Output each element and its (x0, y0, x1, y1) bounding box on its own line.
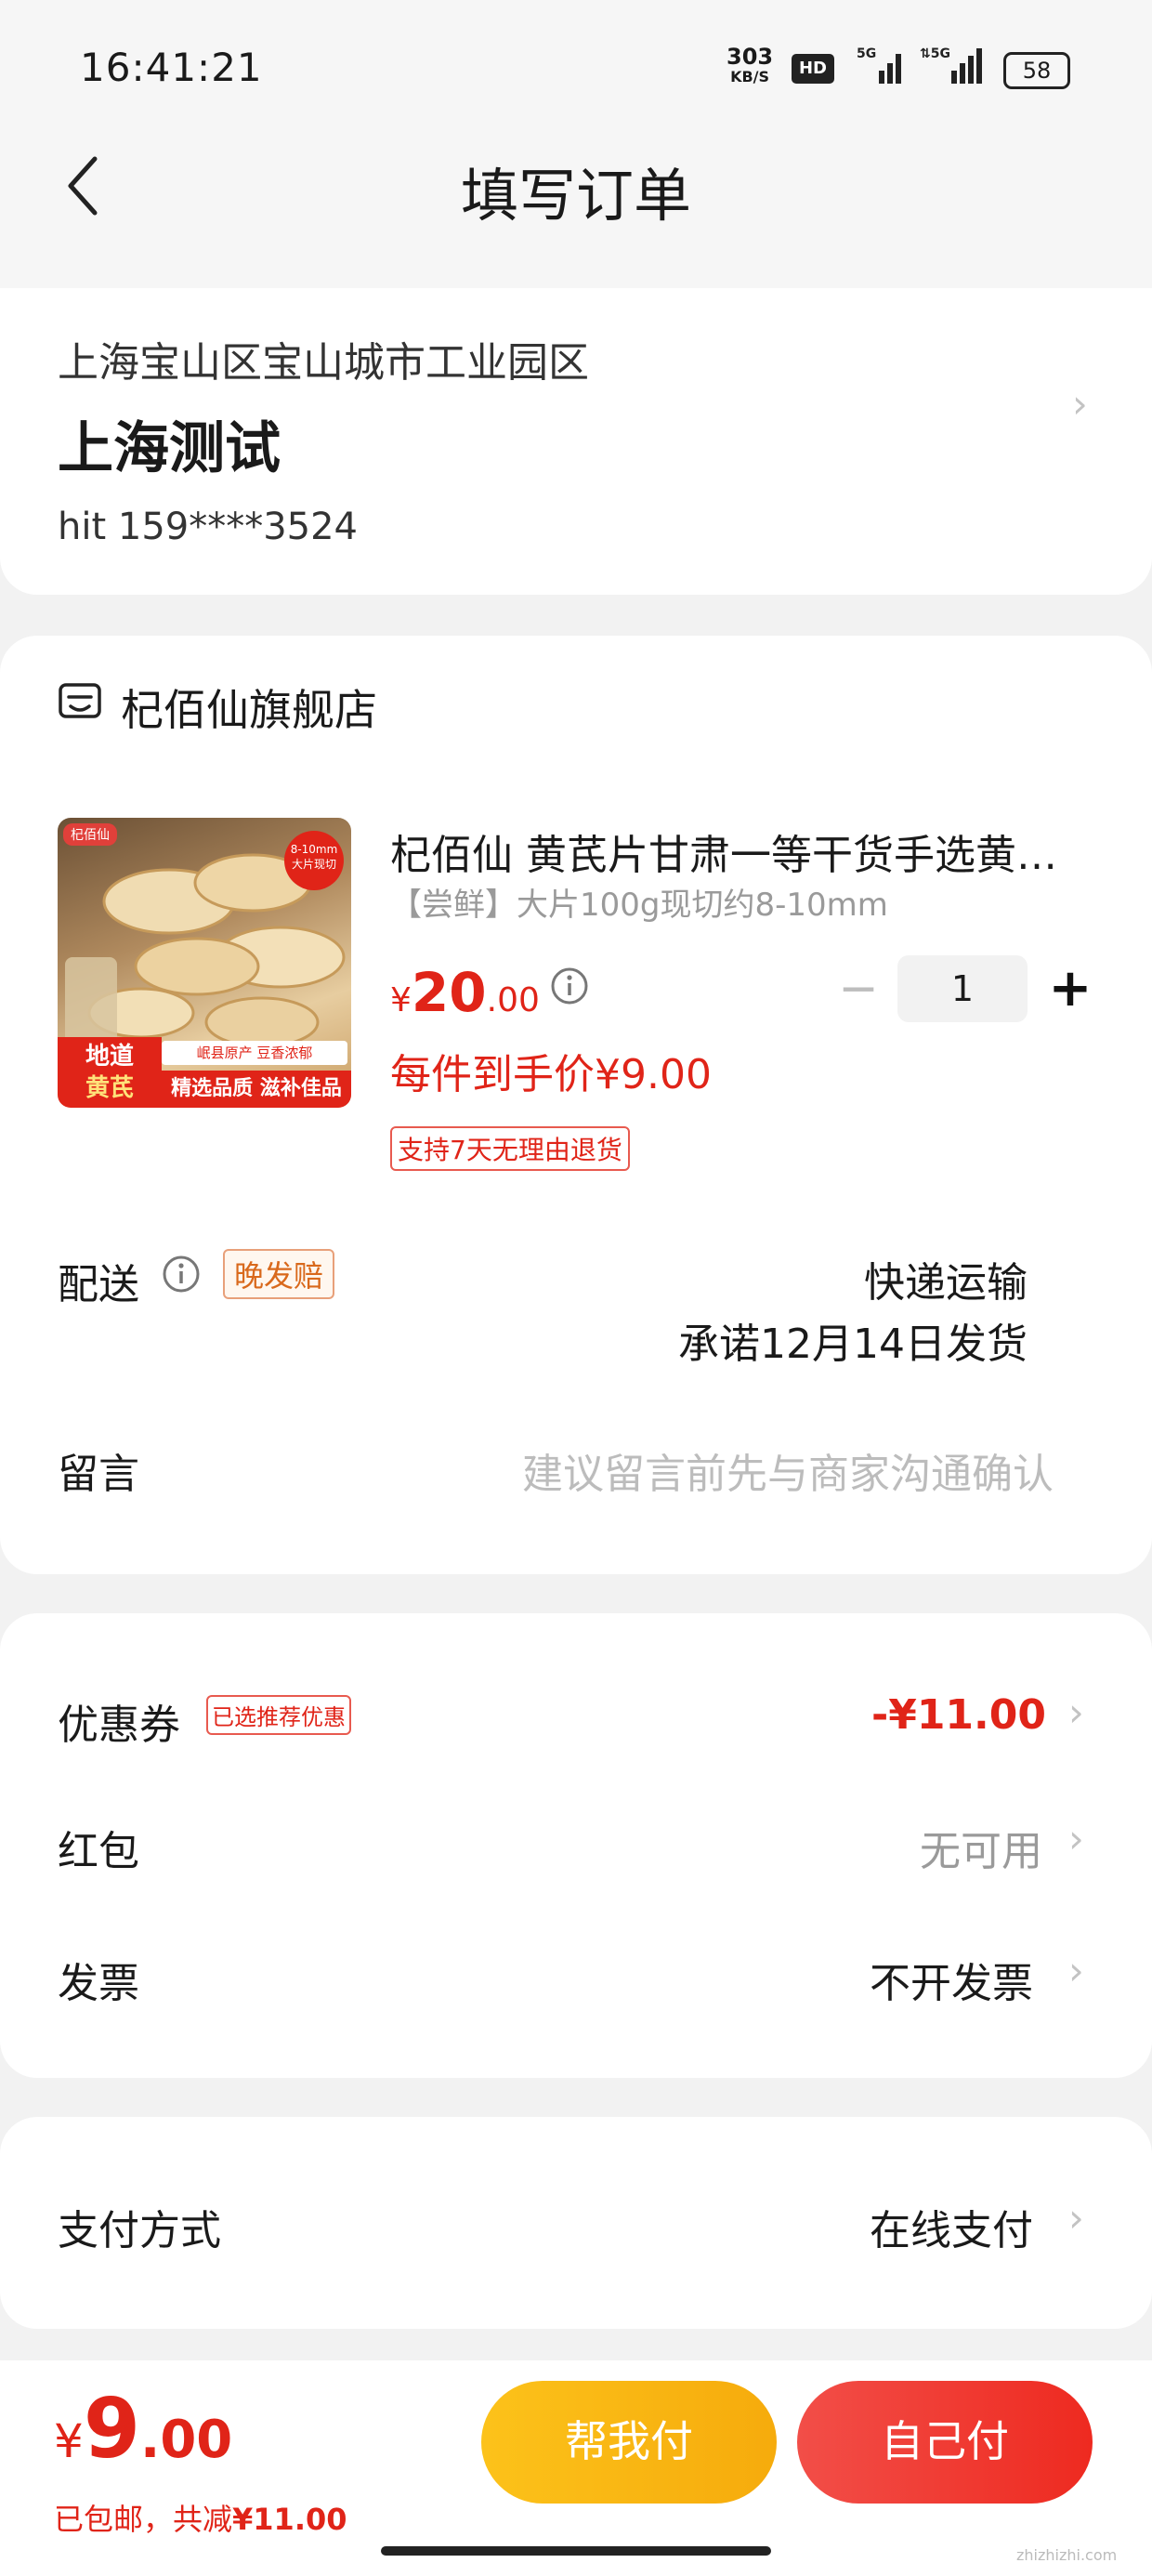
brand-logo: 杞佰仙 (63, 823, 117, 846)
self-pay-button[interactable]: 自己付 (797, 2381, 1093, 2504)
payment-card[interactable]: 支付方式 在线支付 › (0, 2117, 1152, 2329)
invoice-value[interactable]: 不开发票 (870, 1950, 1033, 2009)
store-name[interactable]: 杞佰仙旗舰店 (121, 677, 377, 738)
address-card[interactable]: 上海宝山区宝山城市工业园区 上海测试 hit 159****3524 › (0, 288, 1152, 595)
info-icon[interactable] (162, 1255, 201, 1297)
discount-summary: 已包邮，共减¥11.00 (54, 2502, 347, 2537)
product-spec[interactable]: 【尝鲜】大片100g现切约8-10mm (390, 879, 888, 925)
address-detail: 上海测试 (58, 416, 281, 481)
discount-card: 优惠券 已选推荐优惠 -¥11.00 › 红包 无可用 › 发票 不开发票 › (0, 1613, 1152, 2078)
checkout-bar: ¥9.00 已包邮，共减¥11.00 帮我付 自己付 zhizhizhi.com (0, 2360, 1152, 2576)
coupon-label: 优惠券 (58, 1702, 180, 1749)
late-compensation-badge: 晚发赔 (223, 1249, 335, 1299)
page-title: 填写订单 (460, 162, 691, 230)
signal-icon-2: ⇅5G (920, 45, 987, 89)
watermark: zhizhizhi.com (1016, 2546, 1118, 2564)
image-caption: 精选品质 滋补佳品 (162, 1071, 351, 1108)
coupon-recommended-badge: 已选推荐优惠 (206, 1695, 351, 1735)
order-card: 杞佰仙旗舰店 杞佰仙 8-10mm 大片现切 地道 黄芪 岷县原产 豆香浓郁 精选… (0, 636, 1152, 1574)
chevron-right-icon: › (1072, 381, 1088, 427)
return-policy-badge: 支持7天无理由退货 (390, 1126, 630, 1171)
delivery-promise: 承诺12月14日发货 (678, 1321, 1028, 1368)
redpacket-label: 红包 (58, 1828, 139, 1875)
invoice-label: 发票 (58, 1960, 139, 2007)
chevron-right-icon: › (1068, 1689, 1084, 1735)
payment-value[interactable]: 在线支付 (870, 2197, 1033, 2256)
size-badge: 8-10mm 大片现切 (284, 831, 344, 890)
chevron-right-icon: › (1068, 1816, 1084, 1861)
status-time: 16:41:21 (80, 45, 263, 90)
network-speed: 303 KB/S (727, 44, 774, 85)
coupon-value[interactable]: -¥11.00 (871, 1691, 1046, 1739)
redpacket-value[interactable]: 无可用 (920, 1818, 1042, 1877)
store-icon (58, 682, 102, 729)
help-pay-button[interactable]: 帮我付 (481, 2381, 777, 2504)
product-price: ¥20.00 (390, 961, 540, 1024)
minus-button[interactable]: − (832, 955, 884, 1022)
svg-text:⇅5G: ⇅5G (920, 46, 950, 61)
quantity-value[interactable]: 1 (897, 955, 1028, 1022)
product-title[interactable]: 杞佰仙 黄芪片甘肃一等干货手选黄… (390, 821, 1096, 881)
home-indicator[interactable] (381, 2546, 771, 2556)
svg-text:5G: 5G (857, 46, 876, 61)
info-icon[interactable] (550, 966, 589, 1009)
delivery-label: 配送 (58, 1261, 139, 1308)
quantity-stepper: − 1 + (832, 955, 1102, 1022)
hd-icon: HD (792, 54, 834, 84)
message-label: 留言 (58, 1451, 139, 1498)
signal-icon: 5G (857, 45, 907, 89)
final-price: 每件到手价¥9.00 (390, 1051, 712, 1098)
total-price: ¥9.00 (54, 2381, 233, 2477)
battery-icon: 58 (1003, 52, 1070, 89)
image-caption-small: 岷县原产 豆香浓郁 (162, 1041, 347, 1065)
chevron-right-icon: › (1068, 1948, 1084, 1993)
message-input[interactable]: 建议留言前先与商家沟通确认 (522, 1440, 1054, 1500)
chevron-right-icon: › (1068, 2195, 1084, 2241)
address-contact: hit 159****3524 (58, 506, 359, 548)
payment-label: 支付方式 (58, 2207, 221, 2254)
delivery-method[interactable]: 快递运输 (864, 1249, 1028, 1308)
product-image[interactable]: 杞佰仙 8-10mm 大片现切 地道 黄芪 岷县原产 豆香浓郁 精选品质 滋补佳品 (58, 818, 351, 1108)
origin-tag: 地道 黄芪 (58, 1037, 162, 1108)
plus-button[interactable]: + (1042, 955, 1098, 1022)
address-region: 上海宝山区宝山城市工业园区 (58, 339, 589, 387)
